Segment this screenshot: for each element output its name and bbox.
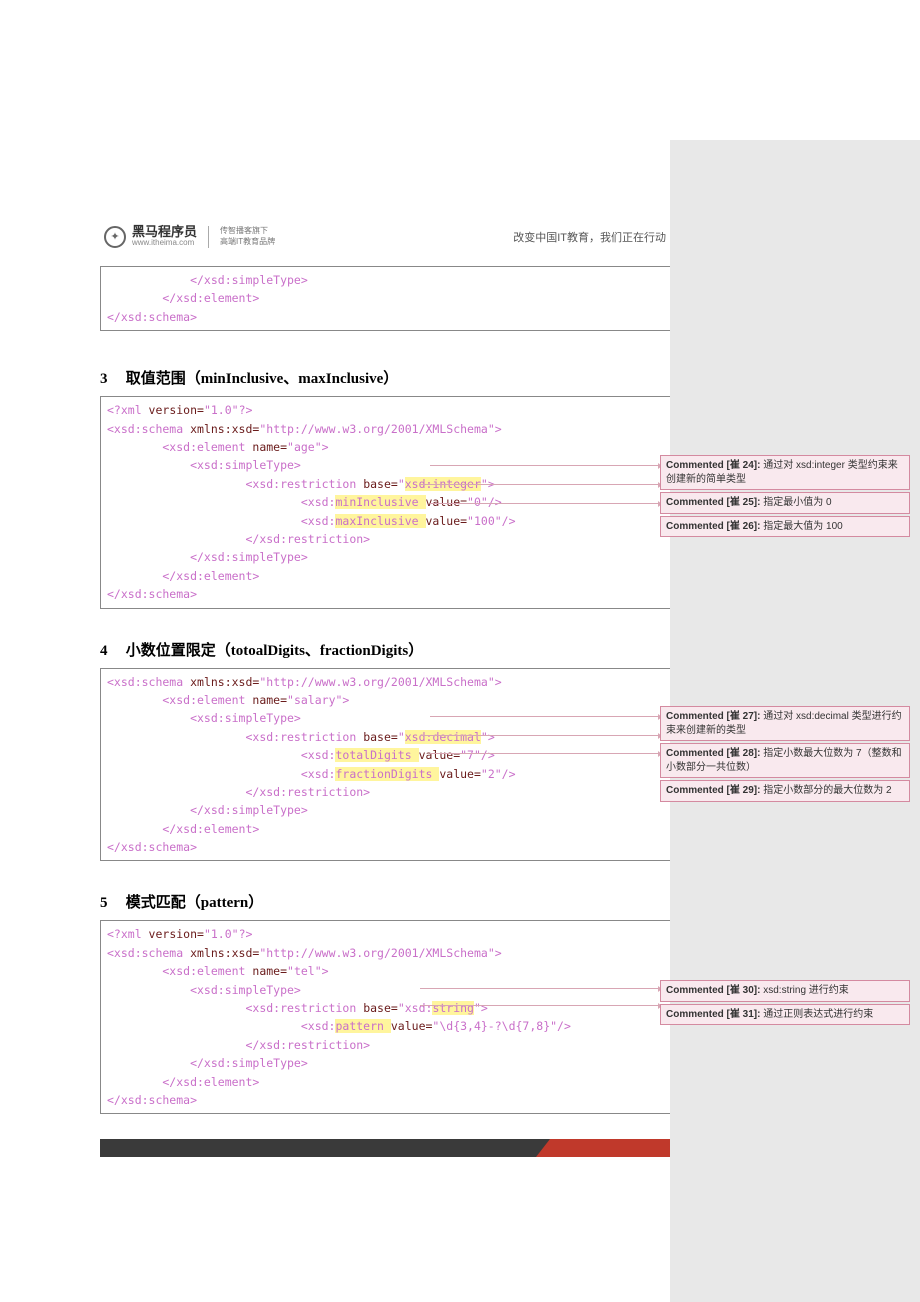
highlight-maxInclusive: maxInclusive [335,514,425,528]
logo-main-text: 黑马程序员 [132,225,197,239]
comment-group-1: Commented [崔 24]: 通过对 xsd:integer 类型约束来创… [660,455,910,539]
page-header: ✦ 黑马程序员 www.itheima.com 传智播客旗下 高端IT教育品牌 … [100,225,670,248]
highlight-pattern: pattern [335,1019,390,1033]
logo-slogan-2: 高端IT教育品牌 [220,237,275,247]
section-5-heading: 5 模式匹配（pattern） [100,891,670,912]
code-block-5: <?xml version="1.0"?> <xsd:schema xmlns:… [100,920,670,1114]
highlight-minInclusive: minInclusive [335,495,425,509]
header-tagline: 改变中国IT教育，我们正在行动 [513,229,666,245]
footer-dark-segment [100,1139,550,1157]
comment-connector [430,753,658,754]
footer-red-segment [550,1139,670,1157]
footer-bar [100,1139,670,1157]
comment-25: Commented [崔 25]: 指定最小值为 0 [660,492,910,514]
section-title: 取值范围（minInclusive、maxInclusive） [126,371,399,387]
logo-block: ✦ 黑马程序员 www.itheima.com 传智播客旗下 高端IT教育品牌 [104,225,275,248]
highlight-totalDigits: totalDigits [335,748,418,762]
comment-24: Commented [崔 24]: 通过对 xsd:integer 类型约束来创… [660,455,910,490]
logo-sub-text: www.itheima.com [132,239,197,248]
section-num: 3 [100,371,122,388]
logo-slogan-1: 传智播客旗下 [220,226,275,236]
highlight-fractionDigits: fractionDigits [335,767,439,781]
comment-31: Commented [崔 31]: 通过正则表达式进行约束 [660,1004,910,1026]
comment-28: Commented [崔 28]: 指定小数最大位数为 7（整数和小数部分一共位… [660,743,910,778]
code-line: </xsd:simpleType> [107,273,308,287]
comment-connector [430,503,658,504]
code-line: </xsd:element> [107,291,259,305]
comment-29: Commented [崔 29]: 指定小数部分的最大位数为 2 [660,780,910,802]
comment-connector [430,465,658,466]
section-3-heading: 3 取值范围（minInclusive、maxInclusive） [100,367,670,388]
section-4-heading: 4 小数位置限定（totoalDigits、fractionDigits） [100,639,670,660]
comment-connector [420,988,658,989]
comment-30: Commented [崔 30]: xsd:string 进行约束 [660,980,910,1002]
section-num: 5 [100,895,122,912]
highlight-xsd-decimal: xsd:decimal [405,730,481,744]
highlight-string: string [432,1001,474,1015]
section-title: 模式匹配（pattern） [126,895,264,911]
comment-connector [420,484,658,485]
comment-connector [430,716,658,717]
comment-26: Commented [崔 26]: 指定最大值为 100 [660,516,910,538]
comment-group-2: Commented [崔 27]: 通过对 xsd:decimal 类型进行约束… [660,706,910,804]
logo-icon: ✦ [104,226,126,248]
comment-connector [420,735,658,736]
page-content: ✦ 黑马程序员 www.itheima.com 传智播客旗下 高端IT教育品牌 … [100,225,670,1124]
logo-divider [208,226,209,248]
comment-group-3: Commented [崔 30]: xsd:string 进行约束 Commen… [660,980,910,1027]
code-line: </xsd:schema> [107,310,197,324]
comment-connector [420,1005,658,1006]
section-num: 4 [100,643,122,660]
code-block-0: </xsd:simpleType> </xsd:element> </xsd:s… [100,266,670,331]
code-block-4: <xsd:schema xmlns:xsd="http://www.w3.org… [100,668,670,862]
section-title: 小数位置限定（totoalDigits、fractionDigits） [126,643,423,659]
comment-27: Commented [崔 27]: 通过对 xsd:decimal 类型进行约束… [660,706,910,741]
